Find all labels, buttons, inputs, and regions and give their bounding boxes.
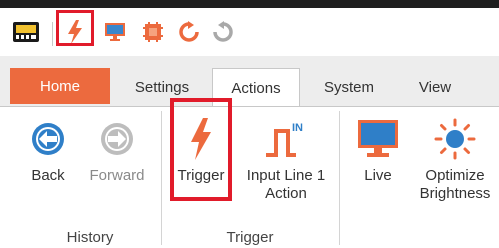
toolbar-separator [52,22,53,46]
trigger-highlight-box [56,10,94,46]
back-button[interactable]: Back [22,107,74,185]
ribbon-tab-bar: Home Settings Actions System View [0,56,499,107]
tab-view[interactable]: View [398,68,472,106]
camera-app-icon[interactable] [8,8,44,56]
back-label: Back [31,167,65,184]
group-separator [161,111,162,245]
input-line-1-label-line2: Action [265,185,307,202]
optimize-brightness-label-line2: Brightness [419,185,491,202]
monitor-icon [356,113,400,165]
refresh-icon[interactable] [174,8,204,56]
monitor-icon[interactable] [100,8,130,56]
forward-button: Forward [84,107,150,185]
optimize-brightness-button[interactable]: Optimize Brightness [412,107,498,203]
tab-home[interactable]: Home [10,68,110,104]
window-top-border [0,0,499,8]
trigger-button-highlight-box [170,98,232,201]
group-label-history: History [66,229,114,246]
input-pulse-text: IN [292,122,303,134]
settings-chip-icon[interactable] [138,8,168,56]
optimize-brightness-label: Optimize Brightness [420,167,491,203]
input-line-1-action-button[interactable]: IN Input Line 1 Action [238,107,334,203]
ribbon-panel: Back Forward History Trigger IN Input Li… [0,106,499,248]
live-button[interactable]: Live [352,107,404,185]
input-line-1-label: Input Line 1 Action [247,167,325,203]
forward-label: Forward [89,167,145,184]
reload-icon [208,8,238,56]
group-separator [339,111,340,245]
input-pulse-icon: IN [264,113,308,165]
live-label: Live [364,167,392,184]
optimize-brightness-label-line1: Optimize [425,167,485,184]
tab-system[interactable]: System [306,68,392,106]
forward-arrow-icon [99,113,135,165]
back-arrow-icon [30,113,66,165]
input-line-1-label-line1: Input Line 1 [246,167,326,184]
group-label-trigger: Trigger [226,229,274,246]
sun-icon [433,113,477,165]
